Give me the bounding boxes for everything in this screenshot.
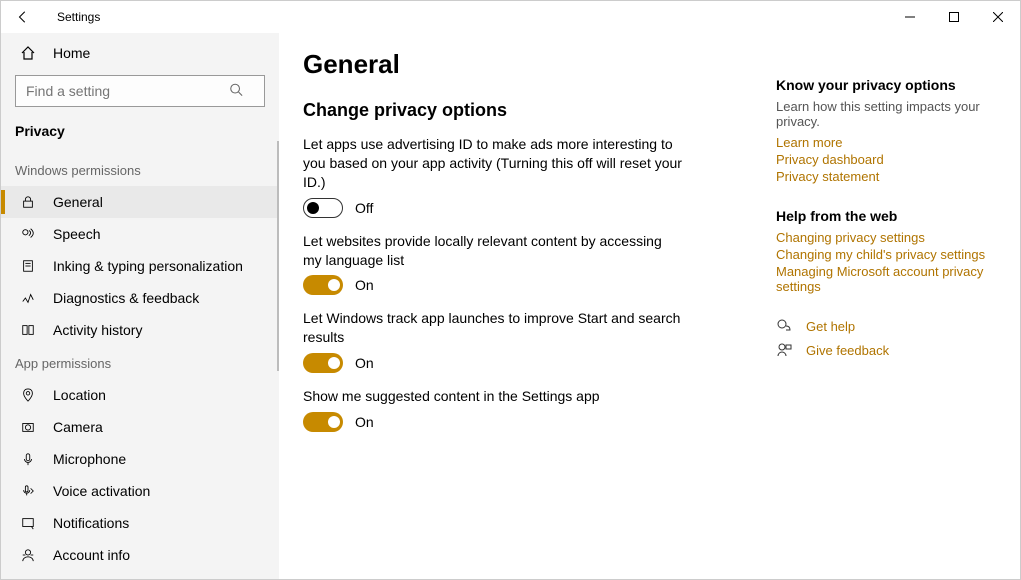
home-icon bbox=[19, 45, 37, 61]
notifications-icon bbox=[19, 516, 37, 530]
setting-track-app-launches: Let Windows track app launches to improv… bbox=[303, 309, 763, 373]
sidebar-item-location[interactable]: Location bbox=[1, 379, 279, 411]
sidebar-group-windows-permissions: Windows permissions bbox=[1, 153, 279, 186]
main-content: General Change privacy options Let apps … bbox=[279, 33, 1020, 579]
toggle-state-label: On bbox=[355, 414, 374, 430]
setting-desc: Let apps use advertising ID to make ads … bbox=[303, 135, 683, 192]
setting-desc: Let Windows track app launches to improv… bbox=[303, 309, 683, 347]
toggle-state-label: Off bbox=[355, 200, 373, 216]
sidebar-item-label: Notifications bbox=[53, 515, 129, 531]
maximize-button[interactable] bbox=[932, 1, 976, 33]
sidebar-item-inking[interactable]: Inking & typing personalization bbox=[1, 250, 279, 282]
location-icon bbox=[19, 388, 37, 402]
voice-activation-icon bbox=[19, 484, 37, 498]
sidebar-item-voice-activation[interactable]: Voice activation bbox=[1, 475, 279, 507]
setting-suggested-content: Show me suggested content in the Setting… bbox=[303, 387, 763, 432]
toggle-track-app-launches[interactable] bbox=[303, 353, 343, 373]
aside-know-text: Learn how this setting impacts your priv… bbox=[776, 99, 996, 129]
setting-language-list: Let websites provide locally relevant co… bbox=[303, 232, 763, 296]
sidebar-item-label: Camera bbox=[53, 419, 103, 435]
sidebar-item-label: General bbox=[53, 194, 103, 210]
sidebar-item-microphone[interactable]: Microphone bbox=[1, 443, 279, 475]
toggle-state-label: On bbox=[355, 355, 374, 371]
page-title: General bbox=[303, 49, 763, 80]
link-learn-more[interactable]: Learn more bbox=[776, 135, 996, 150]
get-help-label: Get help bbox=[806, 319, 855, 334]
get-help-link[interactable]: Get help bbox=[776, 318, 996, 334]
back-button[interactable] bbox=[13, 10, 33, 24]
sidebar-item-camera[interactable]: Camera bbox=[1, 411, 279, 443]
sidebar-item-notifications[interactable]: Notifications bbox=[1, 507, 279, 539]
sidebar-item-label: Activity history bbox=[53, 322, 142, 338]
lock-icon bbox=[19, 195, 37, 209]
minimize-button[interactable] bbox=[888, 1, 932, 33]
aside-help-heading: Help from the web bbox=[776, 208, 996, 224]
sidebar-item-general[interactable]: General bbox=[1, 186, 279, 218]
setting-desc: Show me suggested content in the Setting… bbox=[303, 387, 683, 406]
activity-icon bbox=[19, 323, 37, 337]
account-icon bbox=[19, 548, 37, 562]
sidebar-item-speech[interactable]: Speech bbox=[1, 218, 279, 250]
sidebar-item-label: Speech bbox=[53, 226, 100, 242]
search-input-wrap bbox=[15, 75, 265, 107]
sidebar-item-label: Diagnostics & feedback bbox=[53, 290, 199, 306]
toggle-advertising-id[interactable] bbox=[303, 198, 343, 218]
help-icon bbox=[776, 318, 792, 334]
section-title: Change privacy options bbox=[303, 100, 763, 121]
toggle-state-label: On bbox=[355, 277, 374, 293]
give-feedback-link[interactable]: Give feedback bbox=[776, 342, 996, 358]
sidebar-item-label: Inking & typing personalization bbox=[53, 258, 243, 274]
setting-desc: Let websites provide locally relevant co… bbox=[303, 232, 683, 270]
sidebar-item-label: Voice activation bbox=[53, 483, 150, 499]
give-feedback-label: Give feedback bbox=[806, 343, 889, 358]
titlebar: Settings bbox=[1, 1, 1020, 33]
link-changing-privacy[interactable]: Changing privacy settings bbox=[776, 230, 996, 245]
window-controls bbox=[888, 1, 1020, 33]
setting-advertising-id: Let apps use advertising ID to make ads … bbox=[303, 135, 763, 218]
link-privacy-statement[interactable]: Privacy statement bbox=[776, 169, 996, 184]
diagnostics-icon bbox=[19, 291, 37, 305]
sidebar-item-label: Microphone bbox=[53, 451, 126, 467]
toggle-suggested-content[interactable] bbox=[303, 412, 343, 432]
aside-panel: Know your privacy options Learn how this… bbox=[776, 49, 996, 579]
toggle-language-list[interactable] bbox=[303, 275, 343, 295]
sidebar-section-title: Privacy bbox=[1, 117, 279, 153]
camera-icon bbox=[19, 420, 37, 434]
close-button[interactable] bbox=[976, 1, 1020, 33]
sidebar: Home Privacy Windows permissions General… bbox=[1, 33, 279, 579]
sidebar-item-label: Location bbox=[53, 387, 106, 403]
home-label: Home bbox=[53, 45, 90, 61]
window-title: Settings bbox=[57, 10, 100, 24]
sidebar-group-app-permissions: App permissions bbox=[1, 346, 279, 379]
search-input[interactable] bbox=[15, 75, 265, 107]
link-privacy-dashboard[interactable]: Privacy dashboard bbox=[776, 152, 996, 167]
sidebar-item-activity-history[interactable]: Activity history bbox=[1, 314, 279, 346]
link-ms-account-privacy[interactable]: Managing Microsoft account privacy setti… bbox=[776, 264, 996, 294]
aside-know-heading: Know your privacy options bbox=[776, 77, 996, 93]
home-link[interactable]: Home bbox=[1, 37, 279, 69]
speech-icon bbox=[19, 227, 37, 241]
sidebar-item-account-info[interactable]: Account info bbox=[1, 539, 279, 571]
inking-icon bbox=[19, 259, 37, 273]
sidebar-item-label: Account info bbox=[53, 547, 130, 563]
link-child-privacy[interactable]: Changing my child's privacy settings bbox=[776, 247, 996, 262]
feedback-icon bbox=[776, 342, 792, 358]
microphone-icon bbox=[19, 452, 37, 466]
sidebar-item-diagnostics[interactable]: Diagnostics & feedback bbox=[1, 282, 279, 314]
